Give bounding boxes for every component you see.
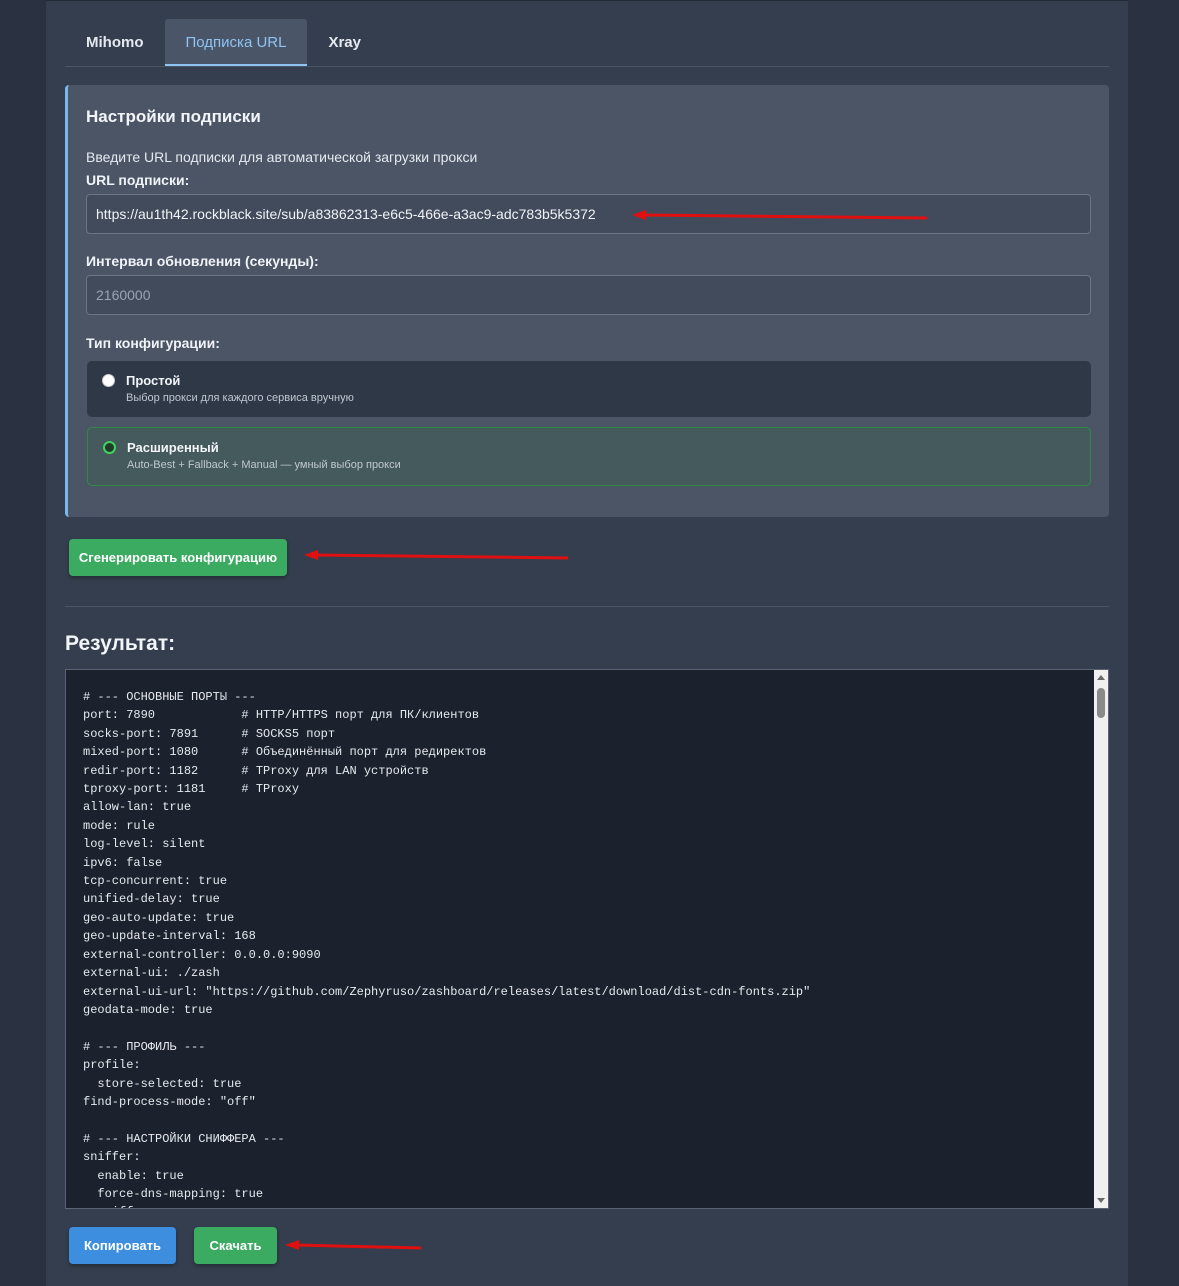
interval-label: Интервал обновления (секунды): (86, 253, 319, 269)
result-title: Результат: (65, 632, 176, 655)
subscription-settings-card: Настройки подписки Введите URL подписки … (65, 85, 1109, 517)
card-description: Введите URL подписки для автоматической … (86, 149, 478, 165)
copy-button[interactable]: Копировать (69, 1227, 176, 1264)
config-type-label: Тип конфигурации: (86, 335, 220, 351)
option-title: Простой (126, 373, 181, 388)
generate-config-button[interactable]: Сгенерировать конфигурацию (69, 539, 287, 576)
result-textarea[interactable]: # --- ОСНОВНЫЕ ПОРТЫ --- port: 7890 # HT… (65, 669, 1109, 1209)
radio-button[interactable] (102, 374, 115, 387)
card-title: Настройки подписки (86, 107, 261, 126)
tab-mihomo[interactable]: Mihomo (65, 19, 165, 66)
config-option-advanced[interactable]: Расширенный Auto-Best + Fallback + Manua… (87, 427, 1091, 486)
scroll-up-arrow-icon[interactable] (1097, 675, 1105, 680)
annotation-arrow-icon (304, 550, 569, 560)
tab-bar: Mihomo Подписка URL Xray (65, 19, 1109, 67)
config-code: # --- ОСНОВНЫЕ ПОРТЫ --- port: 7890 # HT… (83, 690, 811, 1208)
option-subtitle: Auto-Best + Fallback + Manual — умный вы… (127, 459, 401, 471)
tab-subscription-url[interactable]: Подписка URL (164, 19, 308, 66)
tab-xray[interactable]: Xray (307, 19, 382, 66)
divider (65, 606, 1109, 607)
download-button[interactable]: Скачать (194, 1227, 277, 1264)
subscription-url-input[interactable]: https://au1th42.rockblack.site/sub/a8386… (86, 194, 1091, 234)
config-option-simple[interactable]: Простой Выбор прокси для каждого сервиса… (87, 361, 1091, 417)
scroll-down-arrow-icon[interactable] (1097, 1198, 1105, 1203)
main-panel: Mihomo Подписка URL Xray Настройки подпи… (46, 0, 1128, 1286)
scroll-thumb[interactable] (1097, 688, 1105, 718)
annotation-arrow-icon (632, 210, 928, 220)
scrollbar[interactable] (1094, 670, 1108, 1208)
option-subtitle: Выбор прокси для каждого сервиса вручную (126, 392, 354, 404)
radio-button-selected[interactable] (103, 441, 116, 454)
url-label: URL подписки: (86, 172, 190, 188)
update-interval-input[interactable]: 2160000 (86, 275, 1091, 315)
option-title: Расширенный (127, 440, 219, 455)
annotation-arrow-icon (285, 1240, 422, 1250)
